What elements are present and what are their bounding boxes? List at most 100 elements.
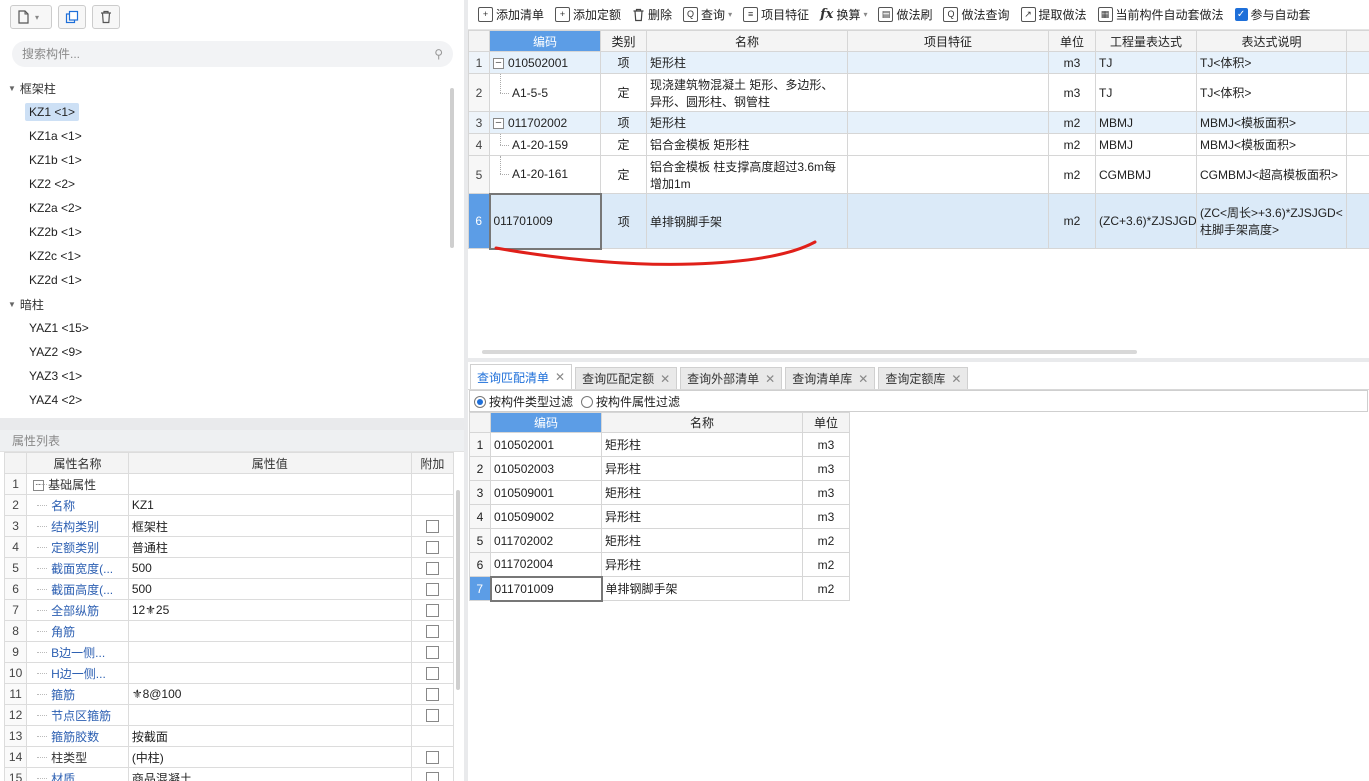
property-value[interactable]: 12⚜25 [127,599,412,621]
code-cell[interactable]: 011701009 [489,575,603,602]
unit-cell[interactable]: m3 [1048,51,1096,74]
name-cell[interactable]: 矩形柱 [601,528,803,553]
close-icon[interactable]: ✕ [660,372,670,386]
property-value[interactable]: 框架柱 [127,515,412,537]
name-cell[interactable]: 现浇建筑物混凝土 矩形、多边形、异形、圆形柱、钢管柱 [646,73,848,112]
name-cell[interactable]: 异形柱 [601,504,803,529]
feature-cell[interactable] [847,193,1049,249]
property-value[interactable] [127,641,412,663]
tree-item[interactable]: KZ1b <1> [0,148,460,172]
extra-checkbox[interactable] [425,562,439,576]
property-value[interactable] [127,620,412,642]
col-name[interactable]: 名称 [646,30,848,52]
extract-method-button[interactable]: ↗ 提取做法 [1017,3,1091,27]
unit-cell[interactable]: m3 [802,432,850,457]
code-cell[interactable]: 010509002 [490,504,602,529]
unit-cell[interactable]: m2 [1048,133,1096,156]
tree-scrollbar[interactable] [450,88,454,248]
query-tab[interactable]: 查询清单库 ✕ [785,367,876,389]
type-cell[interactable]: 定 [600,133,647,156]
match-row[interactable]: 1 010502001 矩形柱 m3 [469,432,850,457]
expression-cell[interactable]: CGMBMJ [1095,155,1197,194]
item-feature-button[interactable]: ≡ 项目特征 [739,3,813,27]
col-desc[interactable]: 表达式说明 [1196,30,1347,52]
caret-down-icon[interactable]: ▼ [8,84,16,93]
match-row[interactable]: 3 010509001 矩形柱 m3 [469,480,850,505]
description-cell[interactable]: MBMJ<模板面积> [1196,111,1347,134]
extra-checkbox[interactable] [425,583,439,597]
tree-item[interactable]: KZ2c <1> [0,244,460,268]
match-row[interactable]: 4 010509002 异形柱 m3 [469,504,850,529]
method-brush-button[interactable]: ▤ 做法刷 [874,3,936,27]
property-value[interactable]: 500 [127,557,412,579]
code-cell[interactable]: A1-5-5 [489,73,601,112]
query-tab[interactable]: 查询匹配清单 ✕ [470,364,573,389]
unit-cell[interactable]: m2 [1048,155,1096,194]
query-tab[interactable]: 查询匹配定额 ✕ [575,367,678,389]
caret-down-icon[interactable]: ▼ [8,300,16,309]
name-cell[interactable]: 铝合金模板 矩形柱 [646,133,848,156]
code-cell[interactable]: 010509001 [490,480,602,505]
match-row[interactable]: 6 011702004 异形柱 m2 [469,552,850,577]
property-row[interactable]: 14 柱类型 (中柱) [3,746,455,768]
expression-cell[interactable]: MBMJ [1095,111,1197,134]
col-name[interactable]: 名称 [601,412,803,433]
property-value[interactable]: (中柱) [127,746,412,768]
new-component-button[interactable]: ▾ [10,5,52,29]
filter-attr-radio[interactable]: 按构件属性过滤 [581,393,680,410]
extra-checkbox[interactable] [425,604,439,618]
property-row[interactable]: 6 截面高度(... 500 [3,578,455,600]
feature-cell[interactable] [847,111,1049,134]
property-value[interactable]: KZ1 [127,494,412,516]
tree-item[interactable]: YAZ3 <1> [0,364,460,388]
type-cell[interactable]: 项 [600,111,647,134]
description-cell[interactable]: TJ<体积> [1196,51,1347,74]
name-cell[interactable]: 矩形柱 [601,432,803,457]
property-value[interactable]: 按截面 [127,725,412,747]
name-cell[interactable]: 矩形柱 [646,111,848,134]
query-tab[interactable]: 查询定额库 ✕ [878,367,969,389]
unit-cell[interactable]: m3 [802,480,850,505]
property-row[interactable]: 2 名称 KZ1 [3,494,455,516]
tree-item[interactable]: KZ1a <1> [0,124,460,148]
tree-item[interactable]: YAZ4 <2> [0,388,460,412]
collapse-icon[interactable]: − [493,57,504,69]
tree-group[interactable]: ▼ 暗柱 [0,292,460,316]
property-scrollbar[interactable] [456,490,460,690]
add-list-button[interactable]: + 添加清单 [474,3,548,27]
tree-item[interactable]: KZ2d <1> [0,268,460,292]
expression-cell[interactable]: MBMJ [1095,133,1197,156]
code-cell[interactable]: 010502003 [490,456,602,481]
unit-cell[interactable]: m3 [802,504,850,529]
col-code[interactable]: 编码 [490,412,602,433]
unit-cell[interactable]: m2 [802,528,850,553]
description-cell[interactable]: (ZC<周长>+3.6)*ZJSJGD<柱脚手架高度> [1196,193,1347,249]
property-row[interactable]: 15 材质 商品混凝土 [3,767,455,781]
tree-item[interactable]: KZ1 <1> [0,100,460,124]
method-row[interactable]: 1−010502001 项矩形柱 m3 TJ TJ<体积> [468,51,1369,74]
code-cell[interactable]: 010502001 [490,432,602,457]
delete-button[interactable] [92,5,120,29]
property-value[interactable]: 商品混凝土 [127,767,412,781]
property-row[interactable]: 11 箍筋 ⚜8@100 [3,683,455,705]
search-input[interactable] [22,47,402,61]
property-value[interactable]: ⚜8@100 [127,683,412,705]
property-row[interactable]: 10 H边一侧... [3,662,455,684]
auto-method-button[interactable]: ▦ 当前构件自动套做法 [1094,3,1228,27]
name-cell[interactable]: 异形柱 [601,552,803,577]
close-icon[interactable]: ✕ [951,372,961,386]
method-row[interactable]: 4 A1-20-159 定铝合金模板 矩形柱 m2 MBMJ MBMJ<模板面积> [468,133,1369,156]
chevron-down-icon[interactable]: ▾ [35,13,39,22]
match-row[interactable]: 7 011701009 单排钢脚手架 m2 [469,575,850,602]
copy-button[interactable] [58,5,86,29]
description-cell[interactable]: TJ<体积> [1196,73,1347,112]
property-row[interactable]: 3 结构类别 框架柱 [3,515,455,537]
unit-cell[interactable]: m2 [1048,111,1096,134]
delete-row-button[interactable]: 删除 [628,3,676,27]
extra-checkbox[interactable] [425,709,439,723]
extra-checkbox[interactable] [425,688,439,702]
property-row[interactable]: 9 B边一侧... [3,641,455,663]
extra-checkbox[interactable] [425,646,439,660]
extra-checkbox[interactable] [425,541,439,555]
type-cell[interactable]: 定 [600,155,647,194]
